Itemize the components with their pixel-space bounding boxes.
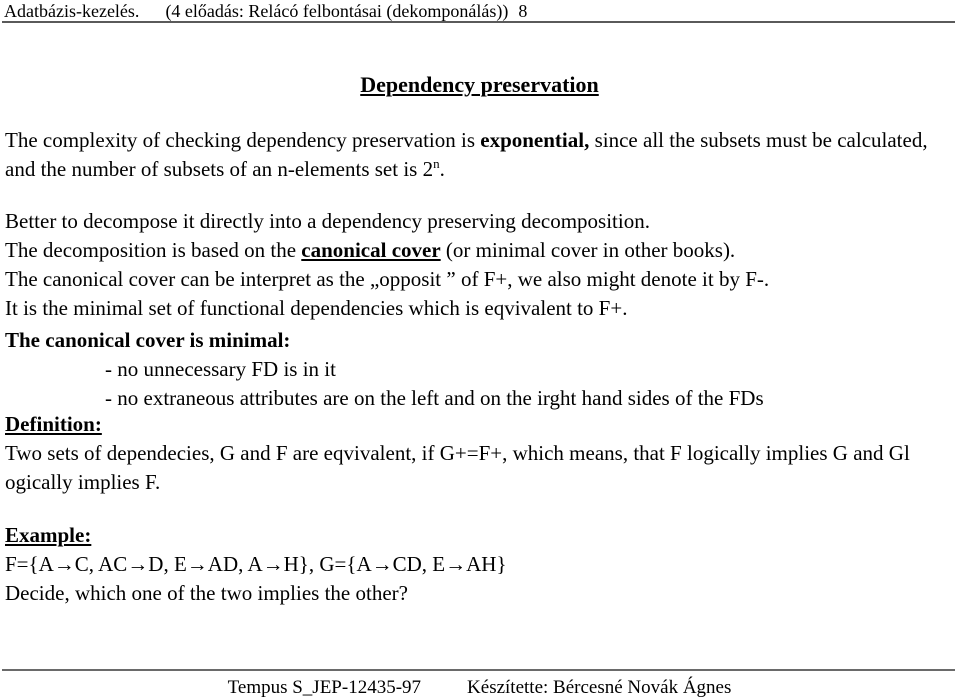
intro-paragraph: The complexity of checking dependency pr… [5,126,957,184]
term-canonical-cover: canonical cover [301,238,441,262]
example-heading-row: Example: [5,521,957,550]
example-question: Decide, which one of the two implies the… [5,581,408,605]
example-block: Example: F={A→C, AC→D, E→AD, A→H}, G={A→… [5,521,957,608]
page-title: Dependency preservation [360,72,599,97]
definition-heading-row: Definition: [5,410,957,439]
middle-paragraph-block: Better to decompose it directly into a d… [5,207,957,323]
middle-line-3: The canonical cover can be interpret as … [5,267,770,291]
middle-line-4: It is the minimal set of functional depe… [5,296,628,320]
header-page-number: 8 [518,1,528,21]
definition-body: Two sets of dependecies, G and F are eqv… [5,441,910,494]
example-formula: F={A→C, AC→D, E→AD, A→H}, G={A→CD, E→AH} [5,552,507,576]
minimal-bullet-2: - no extraneous attributes are on the le… [105,386,764,410]
minimal-properties-block: The canonical cover is minimal: - no unn… [5,326,957,413]
intro-text-line: The complexity of checking dependency pr… [5,126,957,184]
footer-project-id: Tempus S_JEP-12435-97 [227,677,422,698]
middle-line-2: The decomposition is based on the canoni… [5,236,957,265]
middle-line-1: Better to decompose it directly into a d… [5,209,650,233]
intro-emphasis-exponential: exponential, [480,128,590,152]
example-heading: Example: [5,523,92,547]
slide-page: Adatbázis-kezelés. (4 előadás: Relácó fel… [0,0,959,700]
footer-divider [2,669,955,671]
middle-line-2-part-1: The decomposition is based on the [5,238,302,262]
header-course-title: Adatbázis-kezelés. [4,1,140,21]
footer-author: Készítette: Bércesné Novák Ágnes [467,677,732,698]
header-text-row: Adatbázis-kezelés. (4 előadás: Relácó fel… [4,1,954,21]
middle-line-2-part-2: (or minimal cover in other books). [440,238,736,262]
definition-block: Definition: Two sets of dependecies, G a… [5,410,957,497]
minimal-bullet-1: - no unnecessary FD is in it [105,357,336,381]
page-header: Adatbázis-kezelés. (4 előadás: Relácó fel… [0,0,959,24]
header-divider [2,21,955,23]
intro-text-part-3: . [439,157,445,181]
intro-text-part-1: The complexity of checking dependency pr… [5,128,481,152]
definition-heading: Definition: [5,412,102,436]
minimal-heading: The canonical cover is minimal: [5,328,291,352]
header-lecture-topic: (4 előadás: Relácó felbontásai (dekompon… [165,1,509,21]
page-footer: Tempus S_JEP-12435-97 Készítette: Bércesn… [0,676,959,700]
